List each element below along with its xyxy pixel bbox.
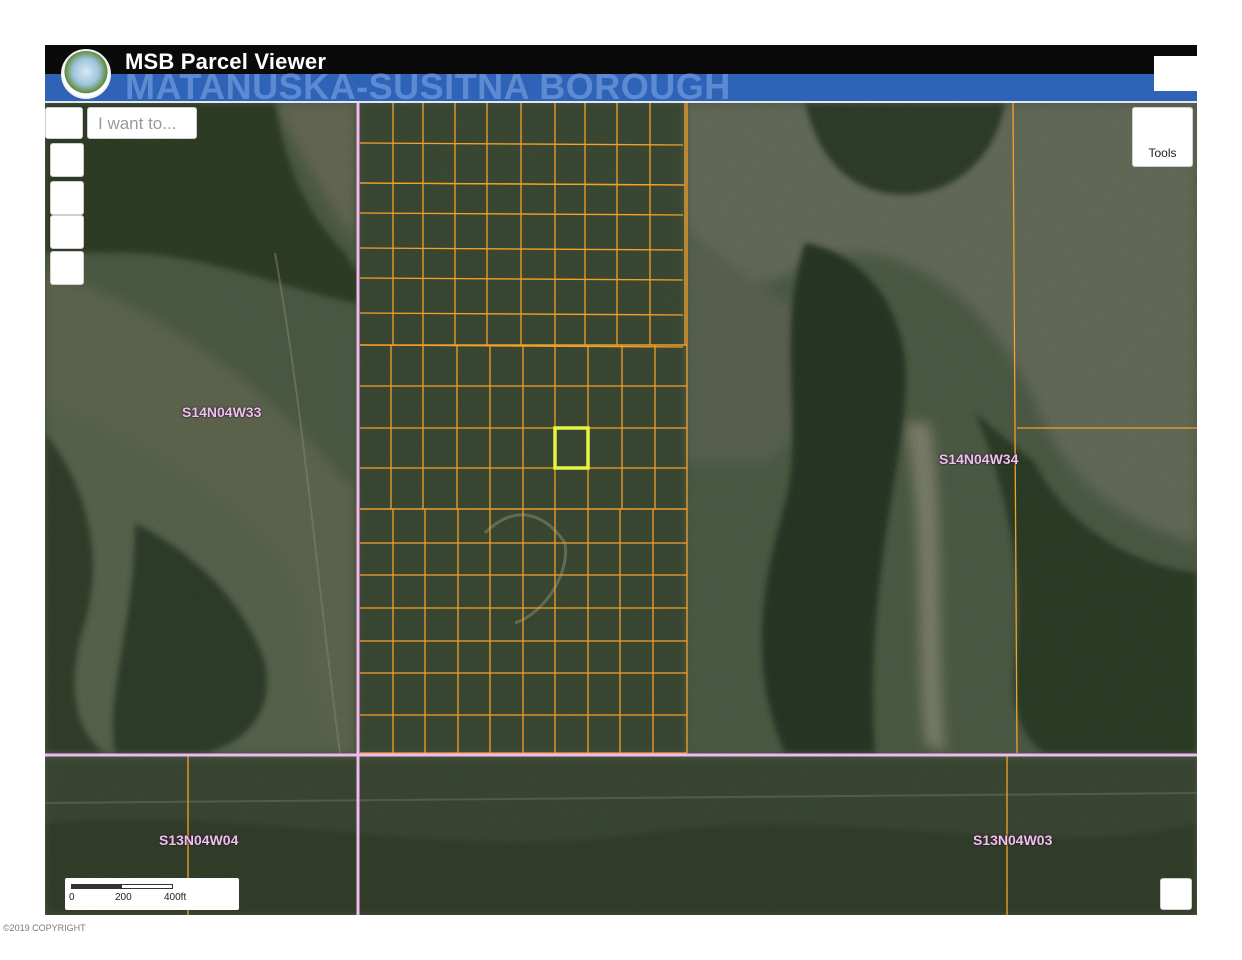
app-header: MSB Parcel Viewer MATANUSKA-SUSITNA BORO… [45, 45, 1197, 107]
section-label: S13N04W04 [159, 832, 239, 848]
scale-tick: 200 [115, 892, 132, 903]
home-button[interactable] [50, 143, 84, 177]
scale-tick: 0 [69, 892, 75, 903]
scale-tick: 400ft [164, 892, 187, 903]
header-menu-button[interactable] [1154, 56, 1197, 91]
search-placeholder: I want to... [98, 114, 177, 133]
parcel-viewer-app: MSB Parcel Viewer MATANUSKA-SUSITNA BORO… [45, 45, 1197, 915]
menu-toggle-button[interactable] [45, 107, 83, 139]
copyright-text: ©2019 COPYRIGHT [3, 923, 86, 933]
map-canvas[interactable] [45, 103, 1197, 915]
section-label: S14N04W34 [939, 451, 1019, 467]
section-label: S13N04W03 [973, 832, 1053, 848]
tools-button[interactable]: Tools [1132, 107, 1193, 167]
borough-seal-logo [61, 49, 111, 99]
search-input[interactable]: I want to... [87, 107, 197, 139]
zoom-out-button[interactable] [50, 215, 84, 249]
section-label: S14N04W33 [182, 404, 262, 420]
scale-bar-graphic [71, 884, 173, 889]
borough-title: MATANUSKA-SUSITNA BOROUGH [125, 66, 731, 107]
locate-button[interactable] [50, 251, 84, 285]
map-imagery [45, 103, 1197, 915]
basemap-toggle-button[interactable] [1160, 878, 1192, 910]
tools-label: Tools [1148, 146, 1177, 160]
zoom-in-button[interactable] [50, 181, 84, 215]
scale-bar: 0 200 400ft [65, 878, 239, 910]
